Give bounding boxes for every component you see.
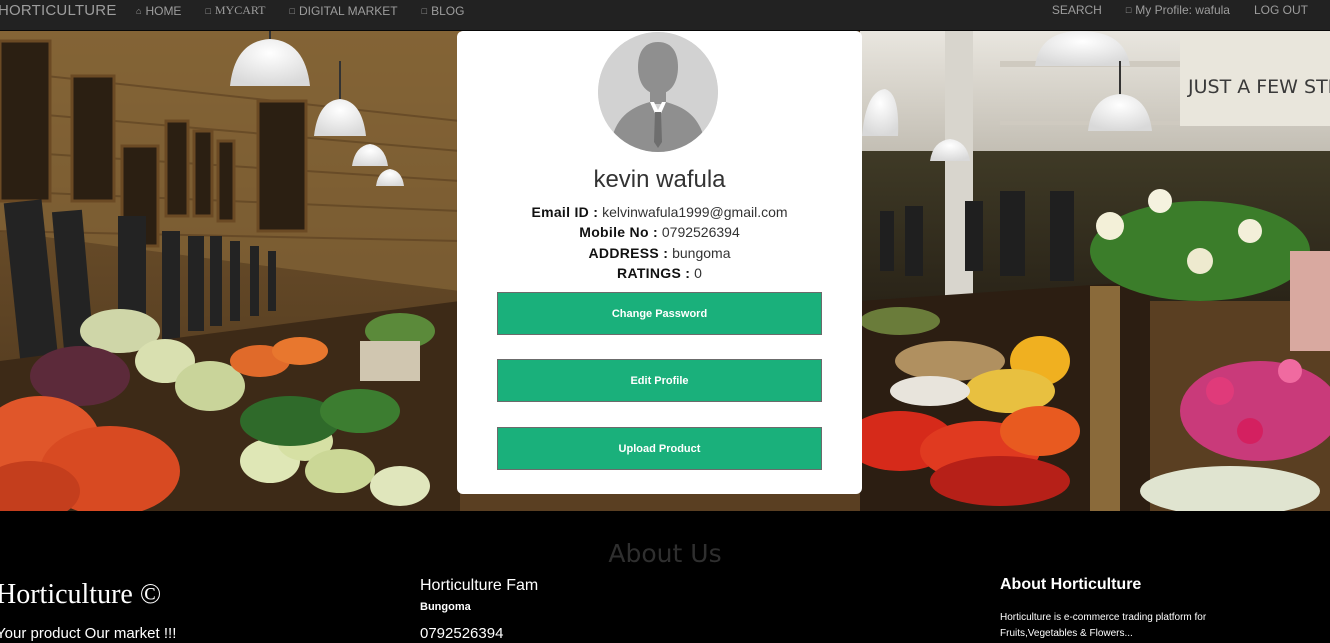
mobile-label: Mobile No : [579, 224, 658, 240]
profile-card: kevin wafula Email ID : kelvinwafula1999… [457, 31, 862, 494]
address-label: ADDRESS : [588, 245, 669, 261]
email-label: Email ID : [531, 204, 599, 220]
nav-home[interactable]: ⌂ HOME [136, 3, 181, 18]
profile-name: kevin wafula [593, 166, 726, 193]
about-horticulture-heading: About Horticulture [1000, 576, 1142, 593]
nav-profile-label: My Profile: wafula [1135, 3, 1230, 17]
mobile-value: 0792526394 [661, 224, 740, 240]
ratings-row: RATINGS : 0 [457, 265, 862, 281]
nav-search[interactable]: SEARCH [1052, 3, 1102, 17]
nav-blog[interactable]: □ BLOG [422, 3, 465, 18]
nav-home-label: HOME [145, 3, 182, 18]
about-us-heading: About Us [608, 539, 722, 568]
avatar [598, 32, 718, 152]
user-silhouette-icon [598, 32, 718, 152]
edit-profile-button[interactable]: Edit Profile [497, 359, 822, 402]
nav-mycart-label: MYCART [214, 3, 266, 17]
footer-tagline: Your product Our market !!! [0, 625, 177, 642]
nav-logout-label: LOG OUT [1253, 3, 1308, 17]
footer-phone: 0792526394 [420, 625, 504, 642]
user-icon: □ [1125, 5, 1132, 15]
footer: About Us Horticulture © Your product Our… [0, 511, 1330, 643]
market-icon: □ [289, 5, 295, 16]
upload-product-button[interactable]: Upload Product [497, 427, 822, 470]
cart-icon: □ [205, 5, 211, 16]
nav-digital-market[interactable]: □ DIGITAL MARKET [290, 3, 398, 18]
footer-fam-title: Horticulture Fam [420, 577, 539, 594]
nav-right: SEARCH □ My Profile: wafula LOG OUT [1028, 3, 1308, 17]
nav-search-label: SEARCH [1051, 3, 1102, 17]
email-value: kelvinwafula1999@gmail.com [602, 204, 788, 220]
ratings-value: 0 [694, 265, 702, 281]
footer-brand: Horticulture © [0, 579, 162, 610]
footer-location: Bungoma [420, 601, 471, 613]
nav-my-profile[interactable]: □ My Profile: wafula [1126, 3, 1230, 17]
change-password-button[interactable]: Change Password [497, 292, 822, 335]
nav-logout[interactable]: LOG OUT [1254, 3, 1308, 17]
brand-link[interactable]: HORTICULTURE [0, 2, 117, 19]
top-navbar: HORTICULTURE ⌂ HOME □ MYCART □ DIGITAL M… [0, 0, 1330, 31]
mobile-row: Mobile No : 0792526394 [457, 224, 862, 240]
nav-blog-label: BLOG [431, 3, 465, 18]
nav-left: ⌂ HOME □ MYCART □ DIGITAL MARKET □ BLOG [136, 3, 488, 18]
about-horticulture-text: Horticulture is e-commerce trading platf… [1000, 612, 1207, 639]
home-icon: ⌂ [136, 5, 142, 16]
nav-mycart[interactable]: □ MYCART [205, 3, 265, 18]
email-row: Email ID : kelvinwafula1999@gmail.com [457, 204, 862, 220]
address-value: bungoma [672, 245, 731, 261]
blog-icon: □ [421, 5, 428, 16]
hero-sign-text: JUST A FEW STE [1187, 76, 1330, 98]
nav-digital-market-label: DIGITAL MARKET [298, 3, 398, 18]
address-row: ADDRESS : bungoma [457, 245, 862, 261]
ratings-label: RATINGS : [617, 265, 691, 281]
